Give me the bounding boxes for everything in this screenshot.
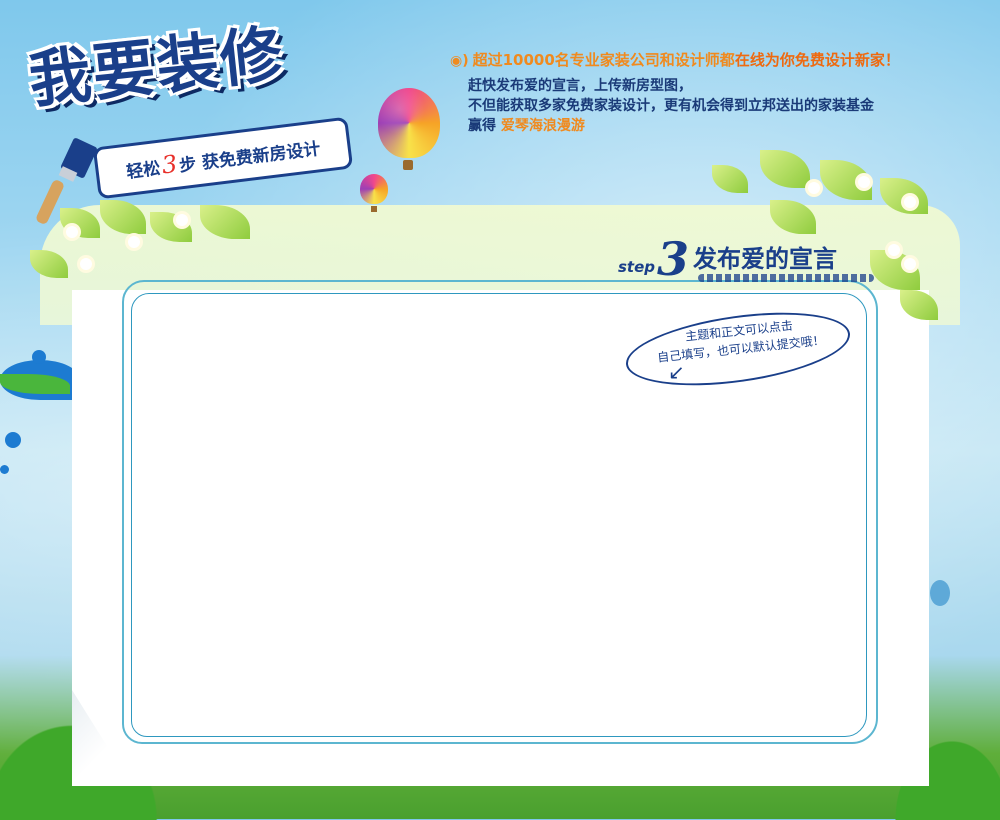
flower-decoration bbox=[858, 176, 870, 188]
step-word: step bbox=[618, 258, 656, 276]
blue-dot-decoration bbox=[32, 350, 46, 364]
speaker-icon: ◉) bbox=[450, 53, 469, 69]
hot-air-balloon-icon bbox=[360, 174, 388, 204]
flower-decoration bbox=[80, 258, 92, 270]
promo-line-4: 赢得 爱琴海浪漫游 bbox=[468, 116, 970, 136]
blue-dot-decoration bbox=[930, 580, 950, 606]
flower-decoration bbox=[904, 258, 916, 270]
flower-decoration bbox=[128, 236, 140, 248]
prize-text: 爱琴海浪漫游 bbox=[500, 118, 585, 134]
promo-headline-a: 超过10000名专业家装公司和设计师都 bbox=[472, 51, 735, 69]
ribbon-number: 3 bbox=[160, 149, 179, 180]
flower-decoration bbox=[888, 244, 900, 256]
blue-dot-decoration bbox=[0, 465, 9, 474]
promo-headline: ◉) 超过10000名专业家装公司和设计师都在线为你免费设计新家！ bbox=[450, 49, 970, 70]
balloon-basket bbox=[403, 160, 413, 170]
balloon-basket bbox=[371, 206, 377, 212]
flower-decoration bbox=[176, 214, 188, 226]
step-title: 发布爱的宣言 bbox=[693, 245, 838, 273]
promo-line-2: 赶快发布爱的宣言，上传新房型图， bbox=[468, 78, 692, 94]
hot-air-balloon-icon bbox=[378, 88, 440, 158]
wavy-underline bbox=[698, 274, 874, 282]
ribbon-prefix: 轻松 bbox=[125, 158, 162, 183]
promo-headline-b: 在线为你免费设计新家！ bbox=[734, 51, 900, 69]
step-number: 3 bbox=[657, 232, 690, 286]
flower-decoration bbox=[904, 196, 916, 208]
ribbon-suffix: 步 获免费新房设计 bbox=[178, 138, 322, 176]
promo-info: ◉) 超过10000名专业家装公司和设计师都在线为你免费设计新家！ 赶快发布爱的宣… bbox=[450, 49, 970, 136]
curly-arrow-icon: ↙ bbox=[668, 360, 685, 384]
flower-decoration bbox=[808, 182, 820, 194]
promo-line-3: 不但能获取多家免费家装设计，更有机会得到立邦送出的家装基金 bbox=[468, 98, 874, 114]
promo-line-4-a: 赢得 bbox=[468, 118, 496, 134]
blue-dot-decoration bbox=[5, 432, 21, 448]
